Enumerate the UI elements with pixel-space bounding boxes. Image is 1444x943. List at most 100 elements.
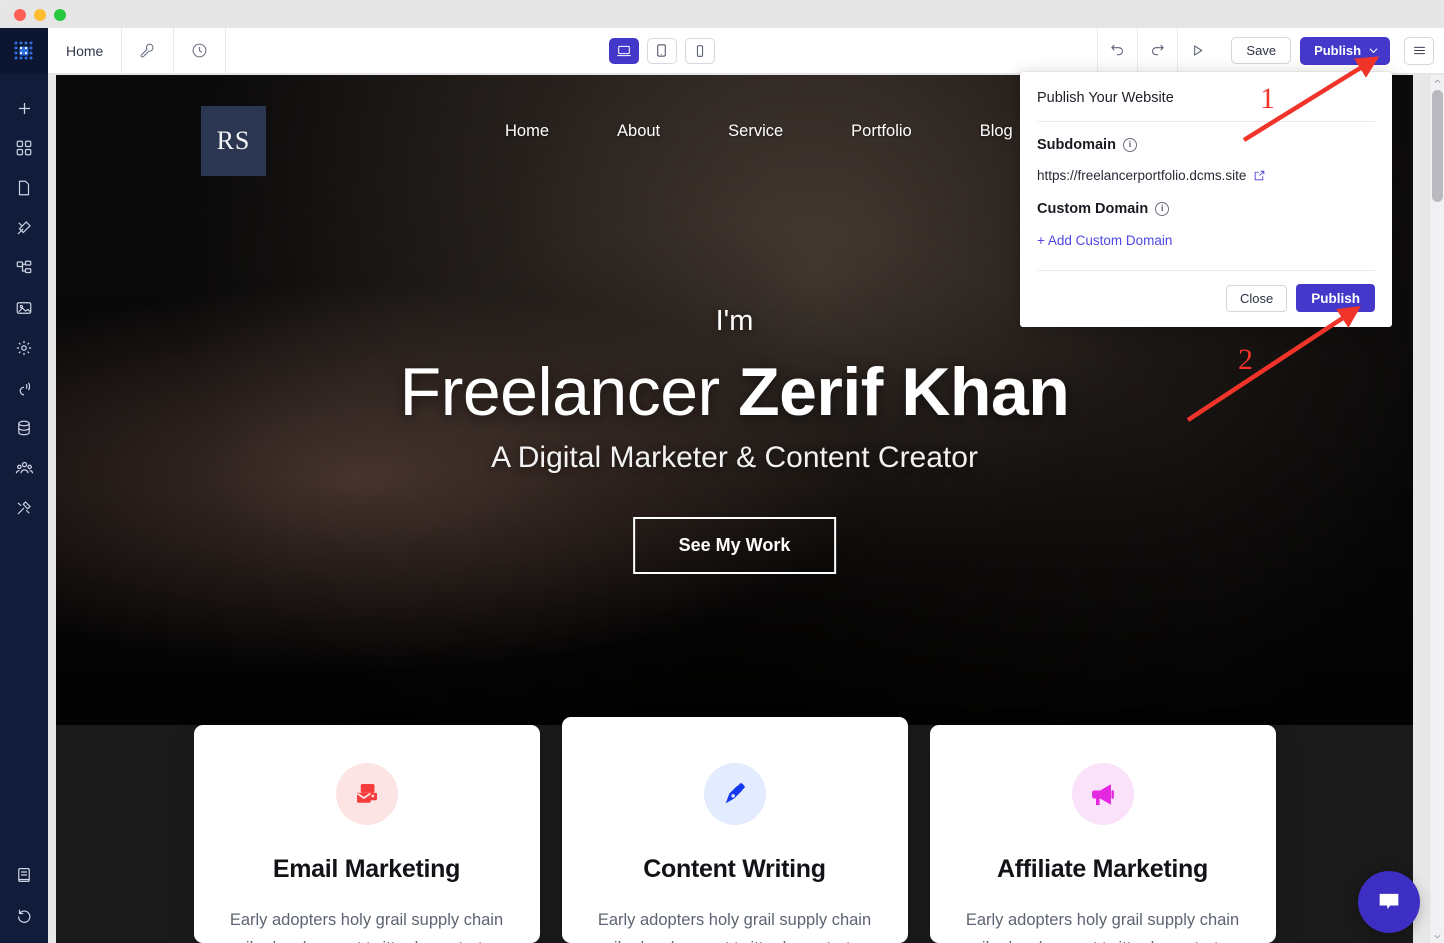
gear-icon (16, 340, 32, 356)
image-icon (16, 302, 32, 314)
site-nav-item-about[interactable]: About (583, 122, 694, 141)
info-icon[interactable]: i (1122, 138, 1137, 152)
device-toggle-group (608, 28, 715, 73)
site-nav-item-service[interactable]: Service (694, 122, 817, 141)
publish-toolbar-button[interactable]: Publish (1300, 36, 1391, 65)
sidebar-item-team[interactable] (0, 448, 48, 488)
publish-popover-title: Publish Your Website (1037, 90, 1174, 106)
site-nav-item-home[interactable]: Home (471, 122, 583, 141)
sidebar-item-settings[interactable] (0, 328, 48, 368)
left-sidebar (0, 28, 48, 943)
chevron-down-icon (1369, 48, 1378, 53)
hero-cta-button[interactable]: See My Work (632, 517, 837, 574)
service-card[interactable]: Content Writing Early adopters holy grai… (561, 717, 908, 943)
service-card-icon-wrap (703, 763, 766, 825)
clock-icon (192, 43, 207, 58)
sidebar-item-add[interactable] (0, 88, 48, 128)
service-card-title: Email Marketing (272, 855, 461, 883)
service-card-body: Early adopters holy grail supply chain a… (596, 911, 874, 943)
sidebar-item-tools[interactable] (0, 488, 48, 528)
canvas-scrollbar[interactable] (1429, 75, 1444, 943)
sidebar-item-design[interactable] (0, 208, 48, 248)
preview-button[interactable] (1177, 28, 1217, 73)
desktop-icon (617, 45, 631, 56)
hero-title: Freelancer Zerif Khan (56, 353, 1413, 431)
plus-icon (18, 102, 30, 114)
sidebar-item-publish[interactable] (0, 368, 48, 408)
page-selector[interactable]: Home (48, 28, 123, 73)
sidebar-item-pages[interactable] (0, 168, 48, 208)
sidebar-item-media[interactable] (0, 288, 48, 328)
device-desktop-button[interactable] (608, 37, 639, 64)
subdomain-label-row: Subdomain i (1037, 137, 1375, 153)
window-titlebar (0, 0, 1444, 28)
info-icon[interactable]: i (1155, 202, 1170, 216)
service-card-title: Affiliate Marketing (997, 855, 1208, 883)
site-nav-item-portfolio[interactable]: Portfolio (817, 122, 946, 141)
site-nav: Home About Service Portfolio Blog (471, 122, 1047, 141)
maximize-window-button[interactable] (54, 9, 66, 21)
service-card-icon-wrap (335, 763, 398, 825)
scroll-down-button[interactable] (1430, 930, 1444, 943)
layers-structure-icon (16, 260, 32, 274)
traffic-lights (14, 9, 66, 21)
device-mobile-button[interactable] (684, 37, 715, 64)
hamburger-menu-icon (1413, 46, 1425, 55)
close-button[interactable]: Close (1225, 284, 1288, 312)
undo-icon (1111, 44, 1124, 56)
sidebar-item-data[interactable] (0, 408, 48, 448)
device-tablet-button[interactable] (646, 37, 677, 64)
close-window-button[interactable] (14, 9, 26, 21)
grid-logo-icon (14, 41, 33, 60)
sidebar-item-docs[interactable] (0, 855, 48, 895)
subdomain-url: https://freelancerportfolio.dcms.site (1037, 168, 1247, 183)
sidebar-bottom-nav (0, 855, 48, 935)
sidebar-item-blocks[interactable] (0, 128, 48, 168)
blocks-grid-icon (16, 140, 32, 156)
service-card[interactable]: Affiliate Marketing Early adopters holy … (929, 725, 1276, 943)
add-custom-domain-link[interactable]: + Add Custom Domain (1037, 233, 1172, 248)
custom-domain-label-row: Custom Domain i (1037, 201, 1375, 217)
page-selector-label: Home (66, 42, 104, 59)
sidebar-item-history[interactable] (0, 895, 48, 935)
chat-bubble-icon (1379, 893, 1399, 909)
subdomain-label: Subdomain (1037, 137, 1116, 153)
toolbar-settings-button[interactable] (122, 28, 175, 73)
sidebar-item-layers[interactable] (0, 248, 48, 288)
mail-icon (356, 784, 377, 803)
main-menu-button[interactable] (1404, 36, 1435, 65)
service-card-body: Early adopters holy grail supply chain a… (964, 911, 1242, 943)
publish-toolbar-label: Publish (1314, 43, 1362, 58)
restore-icon (17, 909, 31, 923)
scrollbar-thumb[interactable] (1432, 90, 1443, 202)
minimize-window-button[interactable] (34, 9, 46, 21)
caret-up-icon (1434, 79, 1440, 83)
caret-down-icon (1434, 935, 1441, 939)
external-link-icon[interactable] (1253, 169, 1266, 182)
save-button[interactable]: Save (1231, 37, 1292, 64)
megaphone-icon (1092, 783, 1114, 805)
publish-popover-footer: Close Publish (1020, 271, 1392, 327)
publish-popover: Publish Your Website Subdomain i https:/… (1020, 72, 1392, 327)
redo-icon (1152, 44, 1165, 56)
service-card[interactable]: Email Marketing Early adopters holy grai… (193, 725, 540, 943)
book-icon (18, 868, 30, 882)
chat-widget-button[interactable] (1358, 871, 1420, 933)
site-logo[interactable]: RS (201, 106, 266, 176)
play-icon (1194, 45, 1203, 56)
redo-button[interactable] (1137, 28, 1177, 73)
scroll-up-button[interactable] (1430, 75, 1444, 88)
subdomain-url-row[interactable]: https://freelancerportfolio.dcms.site (1037, 168, 1375, 183)
undo-button[interactable] (1097, 28, 1137, 73)
users-icon (15, 461, 33, 473)
service-cards: Email Marketing Early adopters holy grai… (56, 717, 1413, 943)
hero-subtitle: A Digital Marketer & Content Creator (491, 441, 978, 474)
service-card-body: Early adopters holy grail supply chain a… (228, 911, 506, 943)
design-brush-icon (17, 221, 31, 235)
hero-title-light: Freelancer (399, 354, 739, 430)
publish-dialog-button[interactable]: Publish (1296, 284, 1375, 312)
app-logo[interactable] (0, 28, 48, 74)
mobile-icon (696, 44, 703, 57)
toolbar-history-button[interactable] (174, 28, 227, 73)
service-card-icon-wrap (1071, 763, 1134, 825)
